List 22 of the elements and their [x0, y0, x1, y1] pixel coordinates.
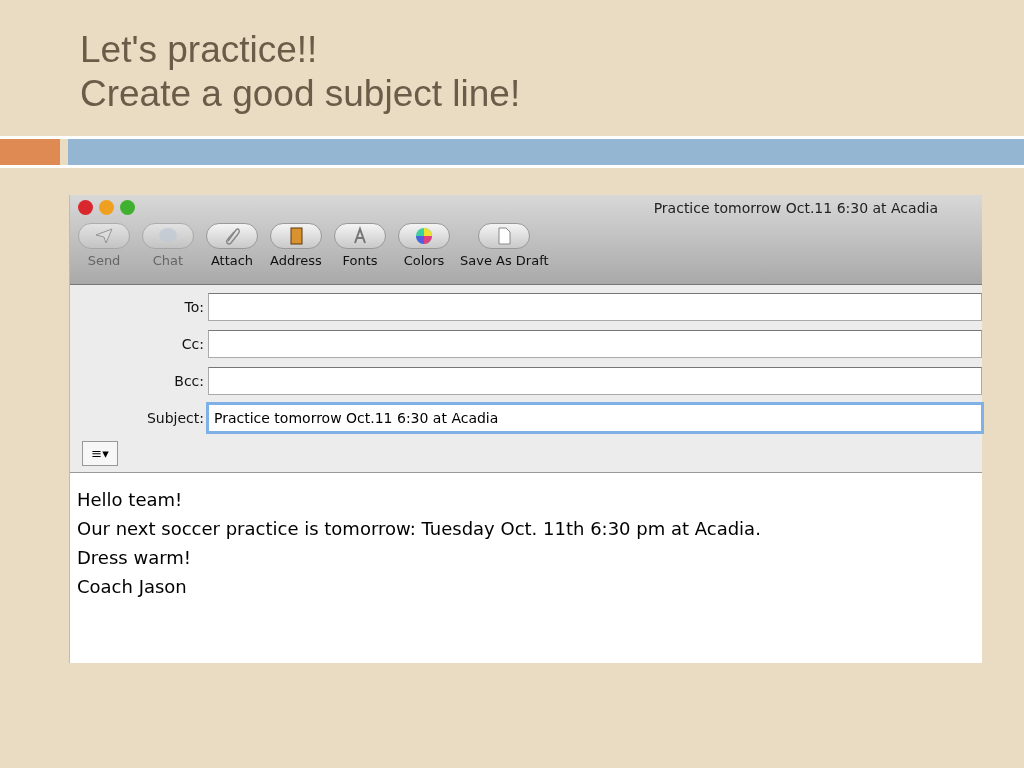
slide-title: Let's practice!! [80, 28, 319, 72]
body-text-line: Coach Jason [77, 575, 188, 599]
input-field[interactable] [208, 293, 982, 321]
input-field[interactable] [208, 330, 982, 358]
slide-title: Create a good subject line! [80, 72, 522, 116]
accent-bar [0, 139, 60, 165]
input-field[interactable]: Practice tomorrow Oct.11 6:30 at Acadia [208, 404, 982, 432]
field-label: Bcc: [173, 373, 204, 389]
toolbar-button[interactable]: Save As Draft [460, 223, 549, 268]
input-field[interactable] [208, 367, 982, 395]
body-text-line: Our next soccer practice is tomorrow: Tuesday Oct. 11th 6:30 pm at Acadia. [77, 517, 762, 541]
body-text-line: Hello team! [77, 488, 184, 512]
field-label: Cc: [180, 336, 204, 352]
format-menu-button[interactable]: ≡▾ [82, 441, 118, 466]
paper-plane-icon [94, 226, 114, 246]
window-title: Practice tomorrow Oct.11 6:30 at Acadia [653, 200, 938, 216]
close-button[interactable] [78, 200, 93, 215]
message-body[interactable]: Hello team! Our next soccer practice is tomorrow: Tuesday Oct. 11th 6:30 pm at Acadia. Dress warm! Coach Jason [70, 473, 982, 601]
color-wheel-icon [414, 226, 434, 246]
field-label: To: [183, 299, 204, 315]
field-label: Subject: [145, 410, 204, 426]
body-text-line: Dress warm! [77, 546, 192, 570]
